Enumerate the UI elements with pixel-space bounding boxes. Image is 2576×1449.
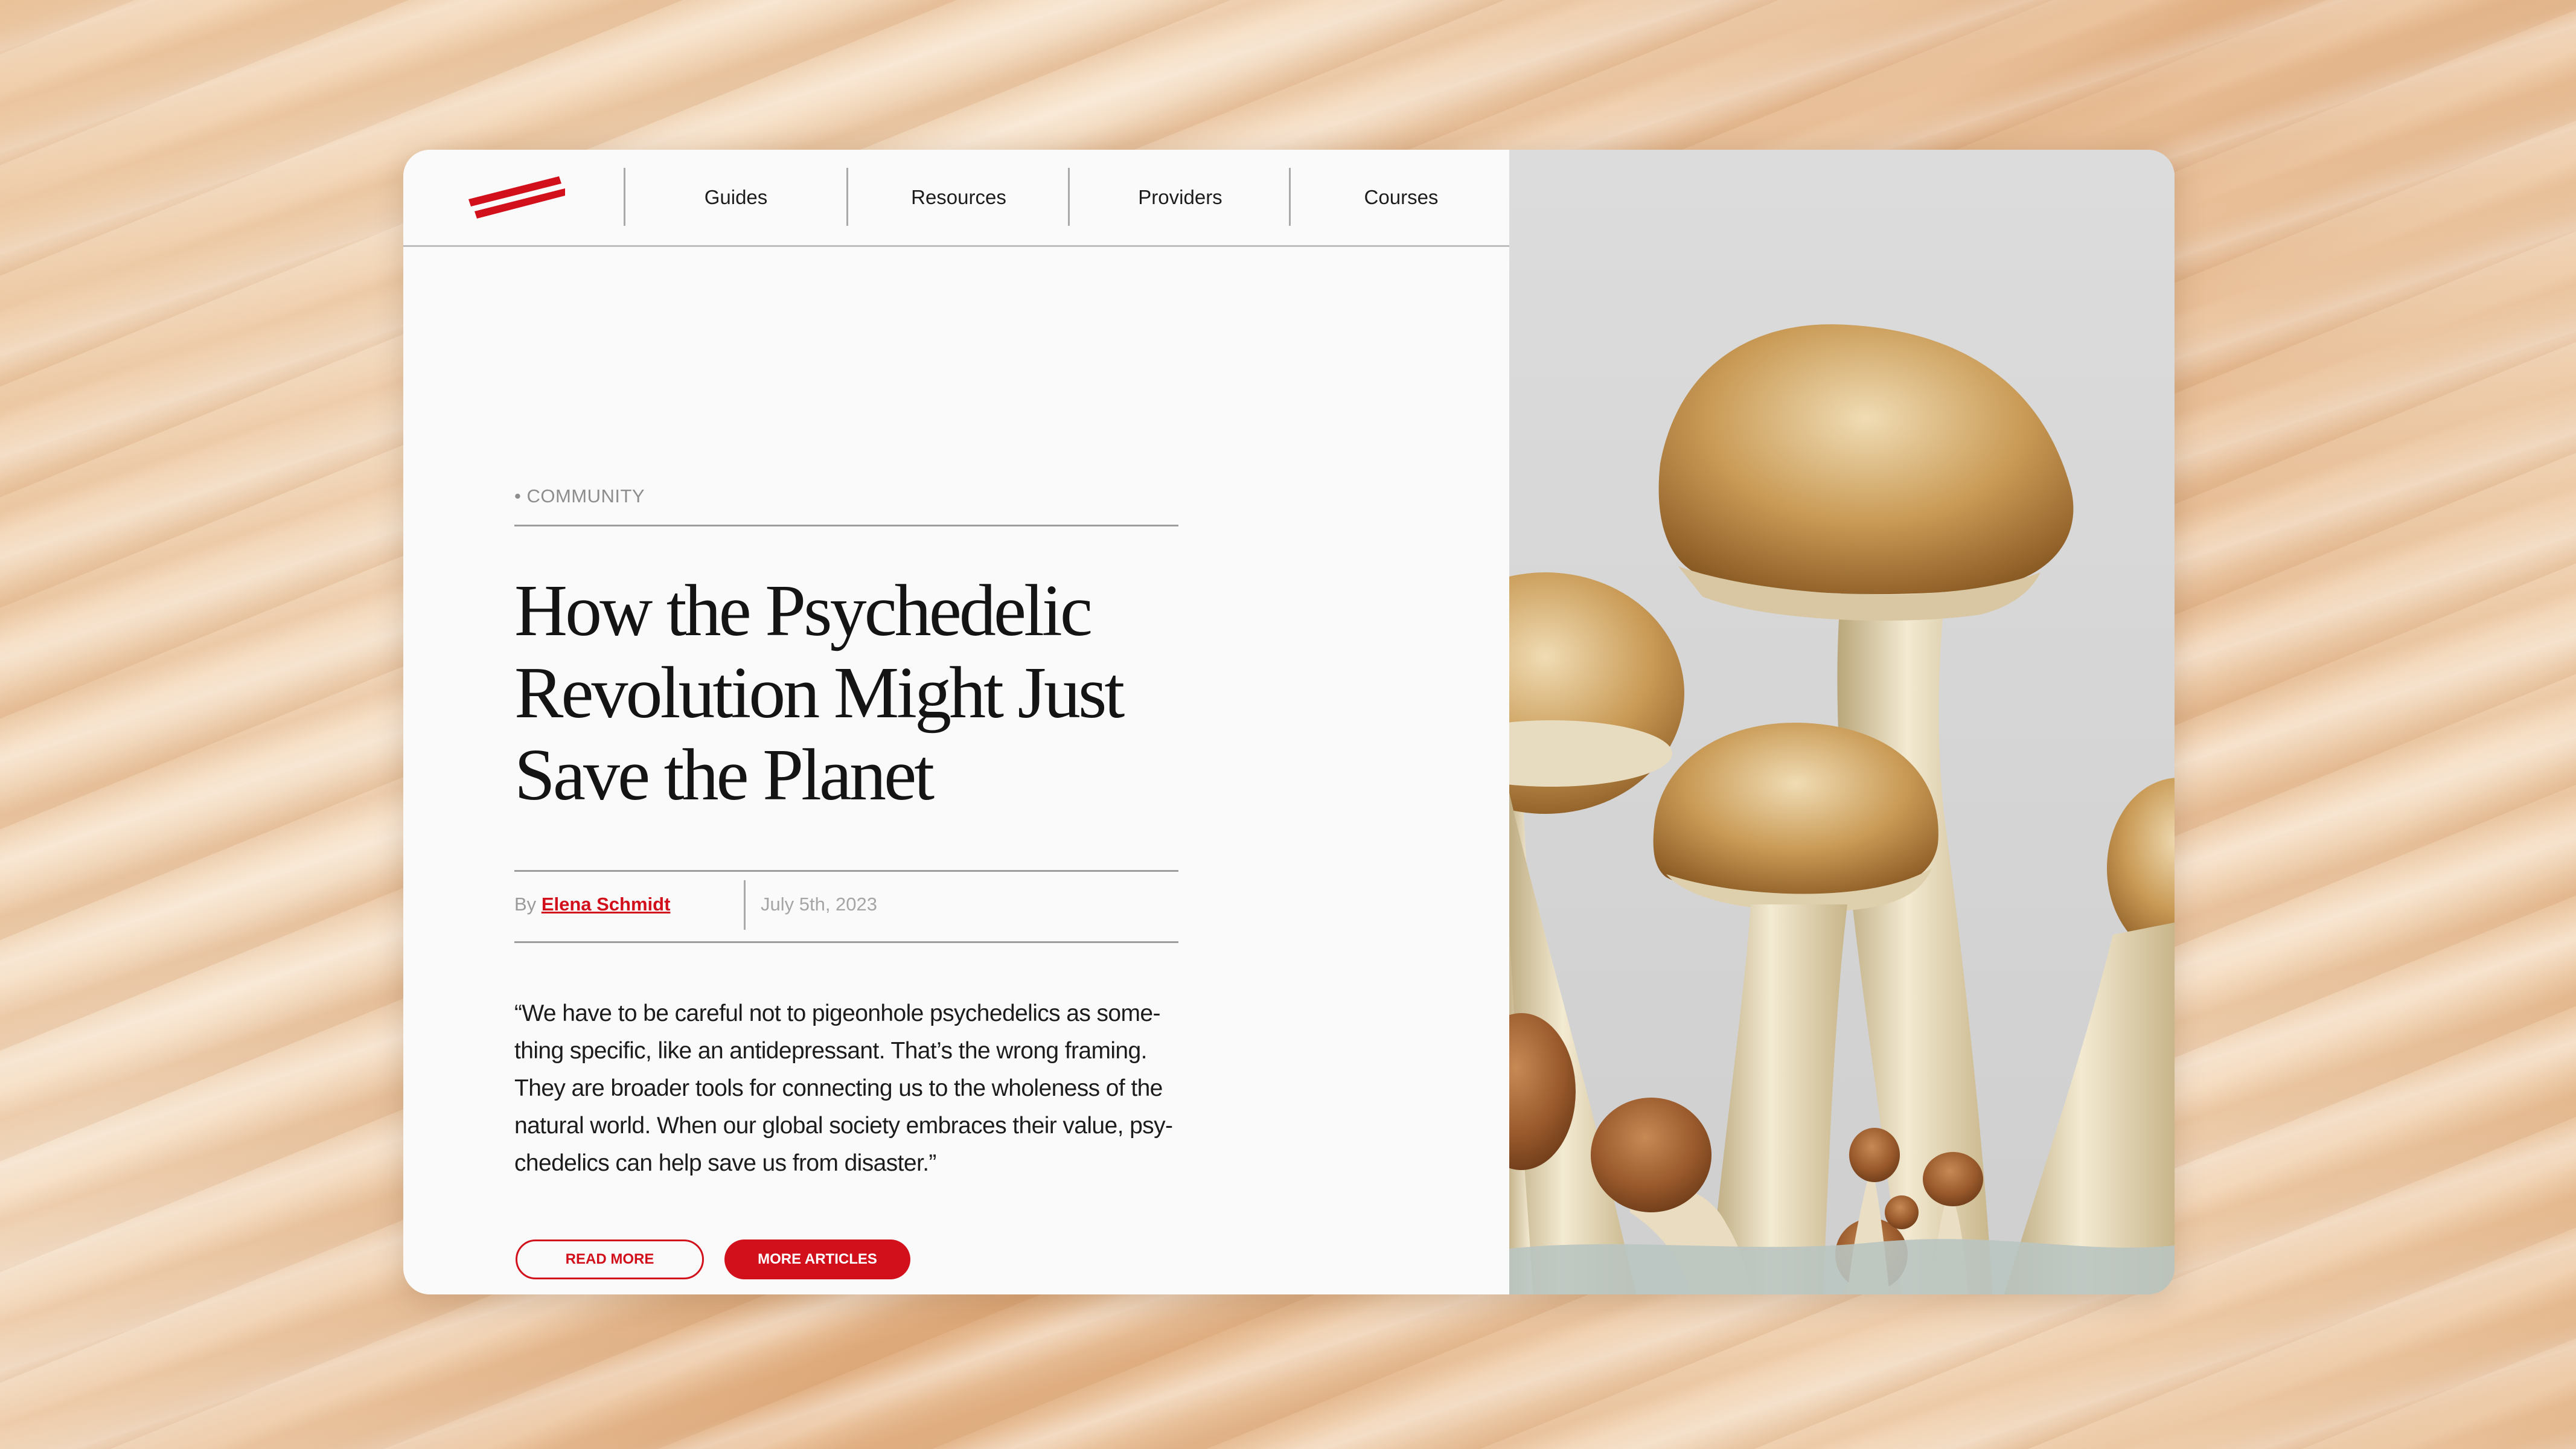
quote-line: chedelics can help save us from disaster… (514, 1150, 936, 1176)
mushroom-illustration-icon (1407, 150, 2175, 1294)
read-more-button[interactable]: READ MORE (516, 1239, 704, 1279)
article-title: How the Psychedelic Revolution Might Jus… (514, 570, 1209, 816)
article-panel: Guides Resources Providers Courses • COM… (403, 150, 1509, 1294)
title-line: Save the Planet (514, 734, 935, 816)
category-tag[interactable]: • COMMUNITY (514, 485, 645, 507)
author-link[interactable]: Elena Schmidt (542, 894, 671, 915)
quote-line: “We have to be careful not to pigeonhole… (514, 1000, 1160, 1026)
article-card: Guides Resources Providers Courses • COM… (403, 150, 2175, 1294)
quote-line: They are broader tools for connecting us… (514, 1075, 1163, 1101)
byline-prefix: By (514, 894, 537, 915)
title-line: Revolution Might Just (514, 652, 1125, 734)
publish-date: July 5th, 2023 (761, 894, 878, 915)
nav-courses[interactable]: Courses (1291, 150, 1512, 245)
divider (514, 941, 1178, 943)
divider (514, 870, 1178, 872)
meta-divider (744, 880, 746, 930)
quote-line: natural world. When our global society e… (514, 1113, 1173, 1139)
top-navigation: Guides Resources Providers Courses (403, 150, 1509, 247)
nav-resources[interactable]: Resources (848, 150, 1069, 245)
quote-line: thing specific, like an antidepressant. … (514, 1038, 1147, 1064)
article-quote: “We have to be careful not to pigeonhole… (514, 995, 1191, 1182)
byline: By Elena Schmidt (514, 894, 670, 915)
mushroom-photo (1407, 150, 2175, 1294)
brand-logo-icon[interactable] (468, 176, 565, 219)
more-articles-button[interactable]: MORE ARTICLES (724, 1239, 910, 1279)
divider (514, 525, 1178, 526)
nav-providers[interactable]: Providers (1070, 150, 1291, 245)
nav-guides[interactable]: Guides (625, 150, 846, 245)
title-line: How the Psychedelic (514, 570, 1093, 651)
